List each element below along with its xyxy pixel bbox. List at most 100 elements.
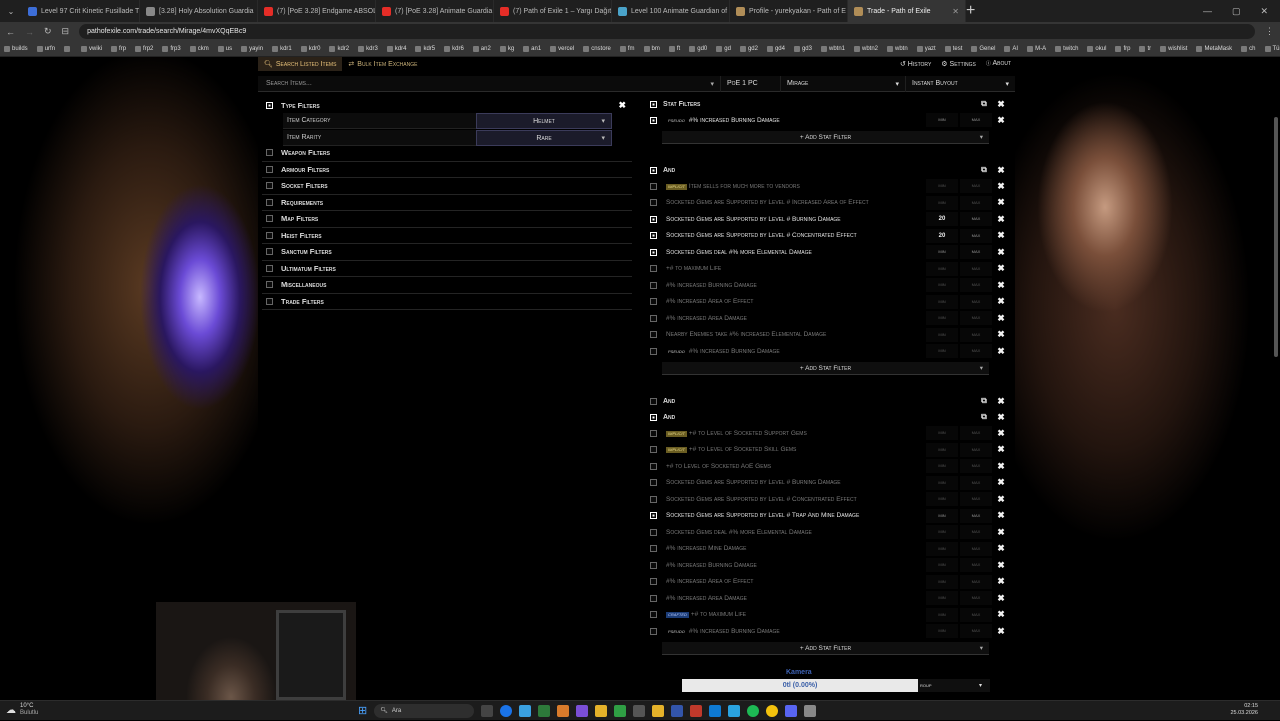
close-icon[interactable]: ✖ <box>992 428 1010 439</box>
chevron-down-icon[interactable]: ▾ <box>710 80 720 88</box>
stat-min-input[interactable]: min <box>926 443 958 457</box>
bookmark-item[interactable]: yazt <box>917 46 936 52</box>
bookmark-item[interactable]: us <box>218 46 232 52</box>
realm-select[interactable]: PoE 1 PC <box>720 76 780 92</box>
type-filters-header[interactable]: Type Filters ✖ <box>262 97 632 114</box>
close-icon[interactable]: ✖ <box>992 412 1010 423</box>
browser-tab[interactable]: Level 97 Crit Kinetic Fusillade T✕ <box>22 0 140 22</box>
add-stat-filter-button[interactable]: + Add Stat Filter▾ <box>662 131 989 144</box>
close-icon[interactable]: ✖ <box>992 576 1010 587</box>
bookmark-item[interactable]: kdr2 <box>329 46 349 52</box>
settings-gear-icon[interactable] <box>804 705 816 717</box>
bookmark-item[interactable]: tr <box>1139 46 1151 52</box>
start-icon[interactable]: ⊞ <box>358 704 367 717</box>
stat-checkbox[interactable] <box>650 348 657 355</box>
stat-max-input[interactable]: max <box>960 113 992 127</box>
app-icon[interactable] <box>576 705 588 717</box>
group-checkbox[interactable] <box>650 398 657 405</box>
tab-search-icon[interactable]: ⌄ <box>0 7 22 16</box>
stat-min-input[interactable]: min <box>926 245 958 259</box>
stat-max-input[interactable]: max <box>960 179 992 193</box>
group-checkbox[interactable] <box>650 167 657 174</box>
stat-checkbox[interactable] <box>650 578 657 585</box>
stat-min-input[interactable]: min <box>926 113 958 127</box>
stat-max-input[interactable]: max <box>960 278 992 292</box>
stat-max-input[interactable]: max <box>960 459 992 473</box>
stat-min-input[interactable]: min <box>926 295 958 309</box>
site-info-icon[interactable]: ⊟ <box>62 26 70 37</box>
bookmark-item[interactable]: kdr0 <box>301 46 321 52</box>
bookmark-item[interactable]: wbtn2 <box>854 46 878 52</box>
bookmark-item[interactable]: kg <box>500 46 514 52</box>
stat-checkbox[interactable] <box>650 298 657 305</box>
stat-min-input[interactable]: min <box>926 525 958 539</box>
new-tab-icon[interactable]: + <box>966 2 975 20</box>
filter-group-row[interactable]: Weapon Filters <box>262 145 632 162</box>
close-icon[interactable]: ✖ <box>992 197 1010 208</box>
stat-checkbox[interactable] <box>650 282 657 289</box>
bookmark-item[interactable]: wbtn1 <box>821 46 845 52</box>
extensions-icon[interactable]: ⋮ <box>1265 26 1274 37</box>
stat-checkbox[interactable] <box>650 529 657 536</box>
bookmark-item[interactable]: vercel <box>550 46 574 52</box>
bookmark-item[interactable]: kdr4 <box>387 46 407 52</box>
browser-tab[interactable]: (7) [PoE 3.28] Animate Guardia✕ <box>376 0 494 22</box>
add-stat-filter-button[interactable]: + Add Stat Filter▾ <box>662 642 989 655</box>
bookmark-item[interactable]: kdr3 <box>358 46 378 52</box>
search-items-input[interactable]: Search Items... <box>258 80 710 87</box>
app-icon[interactable] <box>614 705 626 717</box>
stat-min-input[interactable]: min <box>926 591 958 605</box>
close-icon[interactable]: ✖ <box>992 280 1010 291</box>
stat-checkbox[interactable] <box>650 595 657 602</box>
close-icon[interactable]: ✖ <box>992 477 1010 488</box>
close-icon[interactable]: ✖ <box>992 263 1010 274</box>
bookmark-item[interactable]: an1 <box>523 46 541 52</box>
filter-group-row[interactable]: Map Filters <box>262 211 632 228</box>
stat-checkbox[interactable] <box>650 315 657 322</box>
stat-max-input[interactable]: max <box>960 443 992 457</box>
filter-group-checkbox[interactable] <box>266 265 273 272</box>
stat-max-input[interactable]: max <box>960 212 992 226</box>
vscode-icon[interactable] <box>709 705 721 717</box>
bookmark-item[interactable]: Genel <box>971 46 995 52</box>
stat-max-input[interactable]: max <box>960 311 992 325</box>
filter-group-row[interactable]: Heist Filters <box>262 228 632 245</box>
stat-min-input[interactable]: min <box>926 542 958 556</box>
close-icon[interactable]: ✖ <box>992 165 1010 176</box>
stat-max-input[interactable]: max <box>960 328 992 342</box>
bookmark-item[interactable]: kdr6 <box>444 46 464 52</box>
browser-tab[interactable]: [3.28] Holy Absolution Guardia✕ <box>140 0 258 22</box>
stat-max-input[interactable]: max <box>960 525 992 539</box>
app-icon[interactable] <box>538 705 550 717</box>
filter-group-checkbox[interactable] <box>266 248 273 255</box>
taskbar-search[interactable]: 🔍︎Ara <box>374 704 474 718</box>
close-icon[interactable]: ✖ <box>992 115 1010 126</box>
filter-group-checkbox[interactable] <box>266 149 273 156</box>
bookmark-item[interactable]: wishlist <box>1160 46 1187 52</box>
close-icon[interactable]: ✕ <box>1260 6 1268 17</box>
filter-group-checkbox[interactable] <box>266 199 273 206</box>
bookmark-item[interactable]: M-A <box>1027 46 1046 52</box>
bookmark-item[interactable]: frp3 <box>162 46 180 52</box>
browser-tab[interactable]: Trade - Path of Exile✕ <box>848 0 966 22</box>
bookmark-item[interactable]: kdr1 <box>272 46 292 52</box>
bookmark-item[interactable]: wbtn <box>887 46 908 52</box>
bookmark-item[interactable]: gd2 <box>740 46 758 52</box>
stat-checkbox[interactable] <box>650 430 657 437</box>
bookmark-item[interactable]: frp <box>1115 46 1130 52</box>
close-icon[interactable]: ✕ <box>952 7 959 16</box>
task-view-icon[interactable] <box>481 705 493 717</box>
stat-min-input[interactable]: min <box>926 558 958 572</box>
filter-group-row[interactable]: Requirements <box>262 195 632 212</box>
maximize-icon[interactable]: ▢ <box>1232 6 1241 17</box>
filter-group-row[interactable]: Ultimatum Filters <box>262 261 632 278</box>
browser-tab[interactable]: Level 100 Animate Guardian of✕ <box>612 0 730 22</box>
filter-group-checkbox[interactable] <box>266 298 273 305</box>
stat-checkbox[interactable] <box>650 446 657 453</box>
stat-max-input[interactable]: max <box>960 575 992 589</box>
stat-min-input[interactable]: min <box>926 344 958 358</box>
discord-icon[interactable] <box>785 705 797 717</box>
close-icon[interactable]: ✖ <box>618 100 626 111</box>
stat-max-input[interactable]: max <box>960 591 992 605</box>
taskbar-clock[interactable]: 02:15 25.03.2026 <box>1230 703 1258 717</box>
